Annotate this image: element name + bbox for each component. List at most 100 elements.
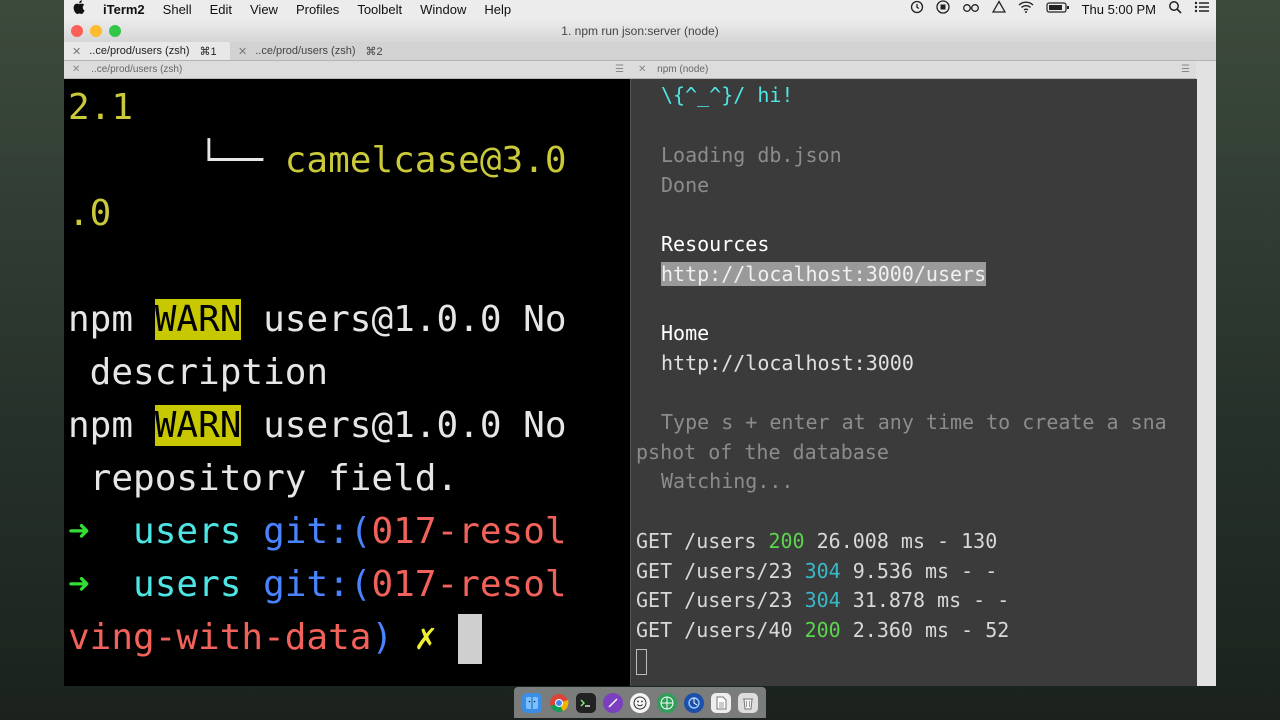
document-icon[interactable] <box>711 692 732 713</box>
left-pane-header[interactable]: ✕ ..ce/prod/users (zsh) ☰ <box>64 61 630 79</box>
git-branch: 017-resol <box>371 564 567 605</box>
stop-record-icon[interactable] <box>930 0 956 20</box>
menu-profiles[interactable]: Profiles <box>287 0 348 20</box>
tab-2[interactable]: ✕ ..ce/prod/users (zsh) ⌘2 <box>230 42 396 60</box>
menu-bar: iTerm2 Shell Edit View Profiles Toolbelt… <box>64 0 1216 21</box>
git-label: git:( <box>263 511 372 552</box>
close-window-button[interactable] <box>71 25 83 37</box>
log-line: GET /users/23 304 31.878 ms - - <box>636 586 1009 616</box>
spotlight-search-icon[interactable] <box>1162 0 1188 20</box>
zoom-window-button[interactable] <box>109 25 121 37</box>
log-line: GET /users/40 200 2.360 ms - 52 <box>636 616 1009 646</box>
menu-toolbelt[interactable]: Toolbelt <box>348 0 411 20</box>
tab-bar: ✕ ..ce/prod/users (zsh) ⌘1 ✕ ..ce/prod/u… <box>64 42 1216 61</box>
tab-1[interactable]: ✕ ..ce/prod/users (zsh) ⌘1 <box>64 42 230 60</box>
window-title: 1. npm run json:server (node) <box>561 24 719 38</box>
chrome-icon[interactable] <box>549 693 569 713</box>
menu-view[interactable]: View <box>241 0 287 20</box>
pane-menu-icon[interactable]: ☰ <box>1181 61 1190 79</box>
watching-line: Watching... <box>661 469 794 493</box>
close-pane-icon[interactable]: ✕ <box>638 64 646 75</box>
snapshot-tip-cont: pshot of the database <box>636 440 889 464</box>
tree-prefix: └── <box>68 140 285 181</box>
drive-icon[interactable] <box>986 0 1012 20</box>
prompt-line: ➜ users git:(017-resol <box>68 505 567 558</box>
git-branch: ving-with-data <box>68 617 372 658</box>
log-request: GET /users <box>636 529 769 553</box>
cursor-line <box>636 646 647 676</box>
terminal-line: description <box>68 352 329 393</box>
wifi-icon[interactable] <box>1012 0 1040 20</box>
terminal-icon[interactable] <box>575 692 596 713</box>
menu-app-name[interactable]: iTerm2 <box>94 0 154 20</box>
warn-message: users@1.0.0 No <box>241 405 567 446</box>
pane-menu-icon[interactable]: ☰ <box>615 61 624 79</box>
prompt-dir: users <box>133 511 242 552</box>
menu-edit[interactable]: Edit <box>201 0 241 20</box>
feather-icon[interactable] <box>602 692 623 713</box>
prompt-line: ving-with-data) ✗ <box>68 611 483 664</box>
terminal-line: 2.1 <box>68 87 134 128</box>
log-request: GET /users/40 <box>636 618 805 642</box>
log-line: GET /users/23 304 9.536 ms - - <box>636 557 997 587</box>
log-line: GET /users 200 26.008 ms - 130 <box>636 527 997 557</box>
terminal-line: └── camelcase@3.0 <box>68 134 567 187</box>
dock <box>514 687 766 718</box>
time-machine-icon[interactable] <box>904 0 930 20</box>
finder-icon[interactable] <box>521 692 542 713</box>
right-pane-title: npm (node) <box>657 64 709 75</box>
menu-shell[interactable]: Shell <box>154 0 201 20</box>
tab-label: ..ce/prod/users (zsh) <box>89 45 190 57</box>
menu-clock[interactable]: Thu 5:00 PM <box>1076 0 1162 20</box>
log-timing: 9.536 ms - - <box>840 559 998 583</box>
prompt-arrow-icon: ➜ <box>68 511 90 552</box>
right-pane-header[interactable]: ✕ npm (node) ☰ <box>630 61 1196 79</box>
battery-icon[interactable] <box>1040 0 1076 20</box>
menu-help[interactable]: Help <box>475 0 520 20</box>
log-status: 200 <box>768 529 805 553</box>
emoji-icon[interactable] <box>629 692 650 713</box>
close-tab-icon[interactable]: ✕ <box>72 45 81 58</box>
terminal-line: .0 <box>68 193 112 234</box>
warn-message: users@1.0.0 No <box>241 299 567 340</box>
snapshot-tip: Type s + enter at any time to create a s… <box>661 410 1167 434</box>
close-pane-icon[interactable]: ✕ <box>72 64 80 75</box>
menu-window[interactable]: Window <box>411 0 475 20</box>
git-branch: 017-resol <box>371 511 567 552</box>
loading-line: Loading db.json <box>661 143 842 167</box>
json-server-greeting: \{^_^}/ hi! <box>661 83 794 107</box>
terminal-cursor <box>636 648 647 675</box>
resources-url-link[interactable]: http://localhost:3000/users <box>661 262 987 286</box>
package-name: camelcase@3.0 <box>284 140 567 181</box>
warn-badge: WARN <box>154 405 242 446</box>
left-terminal-pane[interactable]: 2.1 └── camelcase@3.0 .0 npm WARN users@… <box>64 79 630 686</box>
npm-label: npm <box>68 405 134 446</box>
right-terminal-pane[interactable]: \{^_^}/ hi! Loading db.json Done Resourc… <box>630 79 1197 686</box>
tab-shortcut: ⌘2 <box>365 45 383 58</box>
trash-icon[interactable] <box>738 692 759 713</box>
prompt-dir: users <box>133 564 242 605</box>
log-timing: 26.008 ms - 130 <box>804 529 998 553</box>
iterm-window: 1. npm run json:server (node) ✕ ..ce/pro… <box>64 20 1216 686</box>
apple-menu-icon[interactable] <box>64 0 94 20</box>
resources-url[interactable]: http://localhost:3000/users <box>661 260 987 290</box>
resources-heading: Resources <box>661 232 770 256</box>
log-timing: 31.878 ms - - <box>840 588 1010 612</box>
minimize-window-button[interactable] <box>90 25 102 37</box>
toolbelt-strip <box>1196 61 1216 686</box>
network-icon[interactable] <box>684 692 705 713</box>
notification-center-icon[interactable] <box>1188 0 1216 20</box>
warn-badge: WARN <box>154 299 242 340</box>
glasses-icon[interactable] <box>956 0 986 20</box>
prompt-line: ➜ users git:(017-resol <box>68 558 567 611</box>
home-url[interactable]: http://localhost:3000 <box>661 349 914 379</box>
git-label: git:( <box>263 564 372 605</box>
close-tab-icon[interactable]: ✕ <box>238 45 247 58</box>
terminal-line: npm WARN users@1.0.0 No <box>68 293 567 346</box>
log-status: 200 <box>804 618 841 642</box>
tab-shortcut: ⌘1 <box>199 45 217 58</box>
git-close-paren: ) <box>371 617 394 658</box>
globe-icon[interactable] <box>657 692 678 713</box>
log-status: 304 <box>804 559 841 583</box>
npm-label: npm <box>68 299 134 340</box>
